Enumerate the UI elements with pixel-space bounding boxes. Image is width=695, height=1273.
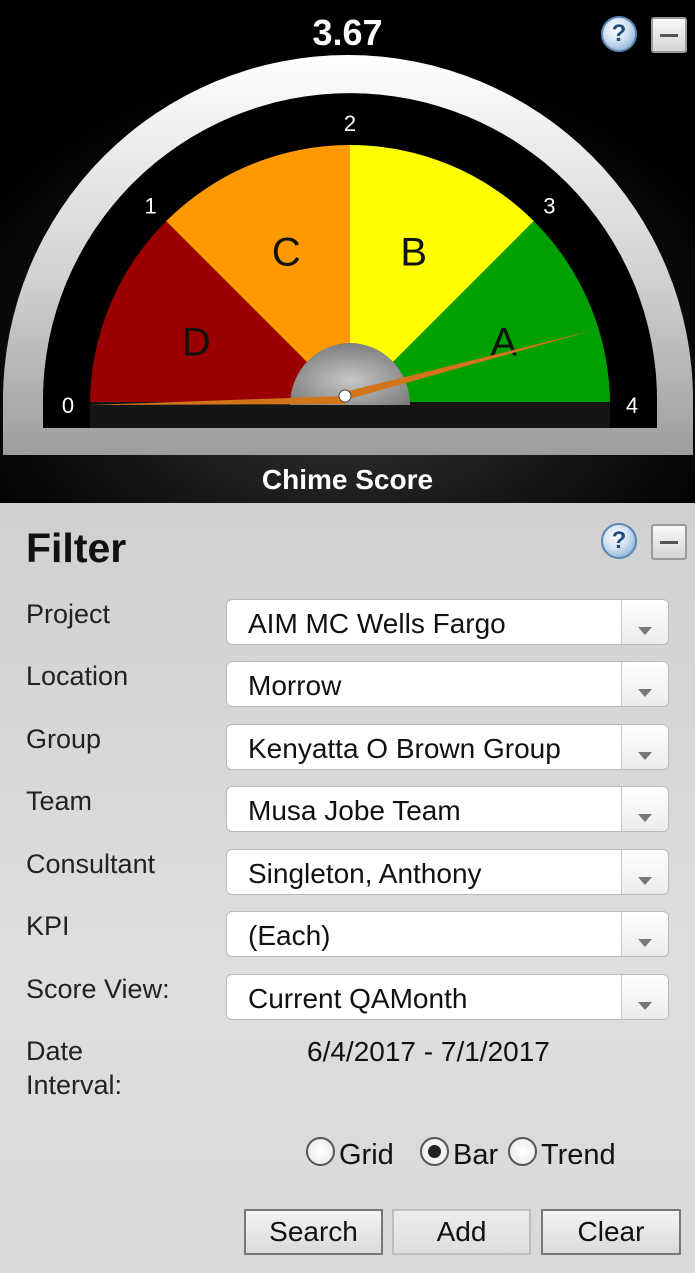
team-label: Team — [26, 786, 93, 816]
filter-help-icon[interactable]: ? — [601, 523, 637, 559]
gauge-base-strip — [90, 402, 610, 428]
gauge-tick-label: 0 — [62, 393, 74, 418]
group-label: Group — [26, 724, 102, 754]
team-value: Musa Jobe Team — [248, 795, 461, 826]
radio-trend[interactable] — [508, 1137, 537, 1166]
project-label: Project — [26, 599, 111, 629]
group-select[interactable]: Kenyatta O Brown Group — [226, 724, 669, 770]
consultant-label: Consultant — [26, 849, 156, 879]
filter-panel: Filter ? Project AIM MC Wells Fargo Loca… — [0, 503, 695, 1273]
gauge-caption: Chime Score — [261, 464, 434, 495]
add-button[interactable]: Add — [392, 1209, 531, 1255]
group-value: Kenyatta O Brown Group — [248, 733, 561, 764]
location-value: Morrow — [248, 670, 342, 701]
chevron-down-icon[interactable] — [621, 975, 668, 1019]
chevron-down-icon[interactable] — [621, 662, 668, 706]
chevron-down-icon[interactable] — [621, 850, 668, 894]
gauge-pivot — [338, 389, 352, 403]
project-select[interactable]: AIM MC Wells Fargo — [226, 599, 669, 645]
radio-grid[interactable] — [306, 1137, 335, 1166]
radio-bar-label[interactable]: Bar — [453, 1139, 498, 1172]
consultant-select[interactable]: Singleton, Anthony — [226, 849, 669, 895]
gauge-svg: DC BA 01234 — [0, 0, 695, 503]
chevron-down-icon[interactable] — [621, 725, 668, 769]
kpi-value: (Each) — [248, 920, 331, 951]
filter-minimize-icon[interactable] — [651, 524, 687, 560]
date-interval-label-line1: Date — [26, 1036, 84, 1066]
gauge-band-label: D — [182, 320, 211, 364]
clear-button[interactable]: Clear — [541, 1209, 681, 1255]
score-value: 3.67 — [312, 12, 383, 53]
gauge-tick-label: 4 — [626, 393, 638, 418]
radio-grid-label[interactable]: Grid — [339, 1139, 394, 1172]
score-view-value: Current QAMonth — [248, 983, 468, 1014]
minimize-icon[interactable] — [651, 17, 687, 53]
date-interval-value: 6/4/2017 - 7/1/2017 — [307, 1036, 550, 1067]
chevron-down-icon[interactable] — [621, 787, 668, 831]
chevron-down-icon[interactable] — [621, 600, 668, 644]
gauge-tick-label: 2 — [344, 111, 356, 136]
project-value: AIM MC Wells Fargo — [248, 608, 506, 639]
filter-title: Filter — [26, 525, 127, 571]
location-select[interactable]: Morrow — [226, 661, 669, 707]
radio-bar[interactable] — [420, 1137, 449, 1166]
gauge-panel: DCBA 01234 3.67 ? Chime Score — [0, 0, 695, 503]
gauge-band-label: C — [272, 230, 301, 274]
score-view-label: Score View: — [26, 974, 170, 1004]
kpi-label: KPI — [26, 911, 70, 941]
score-view-select[interactable]: Current QAMonth — [226, 974, 669, 1020]
search-button[interactable]: Search — [244, 1209, 383, 1255]
location-label: Location — [26, 661, 129, 691]
gauge-tick-label: 1 — [144, 194, 156, 219]
help-icon[interactable]: ? — [601, 16, 637, 52]
consultant-value: Singleton, Anthony — [248, 858, 482, 889]
date-interval-label-line2: Interval: — [26, 1070, 123, 1100]
kpi-select[interactable]: (Each) — [226, 911, 669, 957]
gauge-band-label: B — [400, 230, 427, 274]
radio-trend-label[interactable]: Trend — [541, 1139, 616, 1172]
team-select[interactable]: Musa Jobe Team — [226, 786, 669, 832]
gauge-tick-label: 3 — [543, 194, 555, 219]
chevron-down-icon[interactable] — [621, 912, 668, 956]
